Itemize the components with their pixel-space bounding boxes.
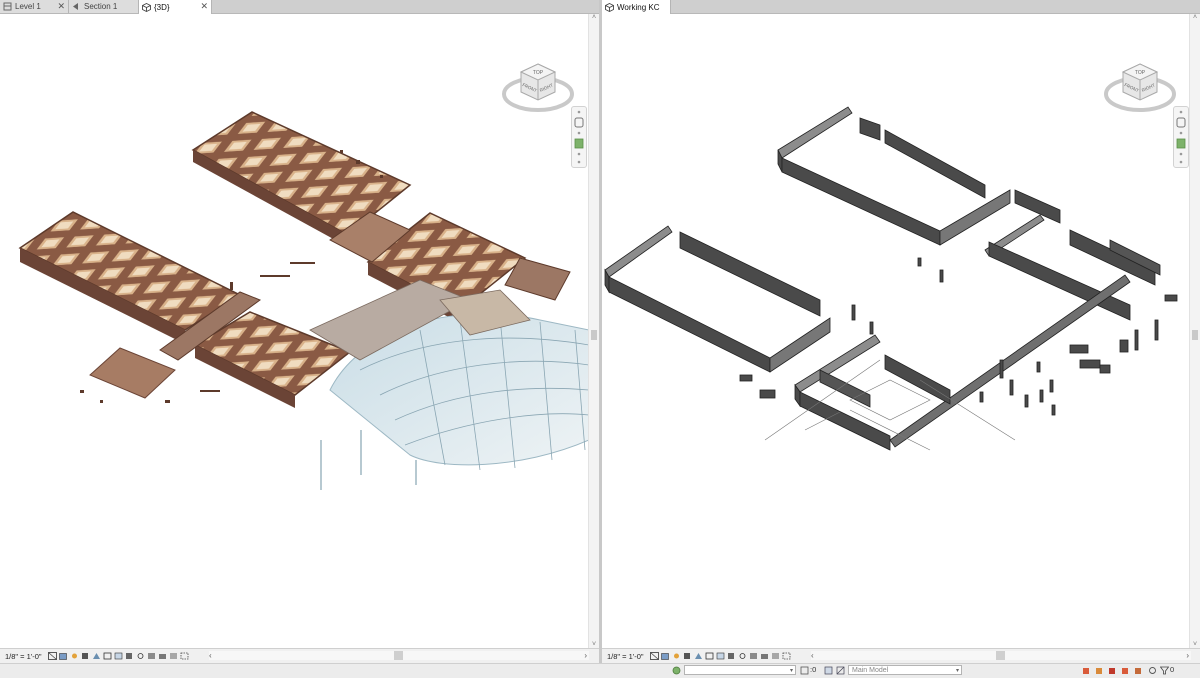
sun-path-icon[interactable] xyxy=(672,652,681,660)
render-icon[interactable] xyxy=(694,652,703,660)
scroll-up-icon[interactable]: ˄ xyxy=(590,14,598,22)
design-options-icon[interactable] xyxy=(824,666,833,675)
shadows-icon[interactable] xyxy=(81,652,90,660)
workset-dropdown[interactable]: ▾ xyxy=(684,665,796,675)
view-scale[interactable]: 1/8" = 1'-0" xyxy=(0,652,48,661)
unlock-view-icon[interactable] xyxy=(727,652,736,660)
application-status-bar: ▾ :0 Main Model ▾ 0 xyxy=(0,663,1200,678)
filter-count: 0 xyxy=(1170,665,1175,674)
background-processes-icon[interactable] xyxy=(1148,666,1157,675)
tab-working-kc[interactable]: Working KC xyxy=(602,0,671,14)
worksharing-icon[interactable] xyxy=(760,652,769,660)
drag-elements-icon[interactable] xyxy=(1134,666,1143,675)
sun-path-icon[interactable] xyxy=(70,652,79,660)
tab-label: {3D} xyxy=(154,2,170,12)
visual-style-icon[interactable] xyxy=(58,652,68,660)
show-crop-icon[interactable] xyxy=(716,652,725,660)
detail-level-icon[interactable] xyxy=(649,652,659,660)
detail-level-icon[interactable] xyxy=(47,652,57,660)
horizontal-scrollbar[interactable]: ‹ › xyxy=(209,651,589,660)
main-model-dropdown[interactable]: Main Model ▾ xyxy=(848,665,962,675)
floor-plan-icon xyxy=(3,2,12,11)
tab-label: Level 1 xyxy=(15,2,41,11)
tab-level-1[interactable]: Level 1 ✕ xyxy=(0,0,69,13)
crop-view-icon[interactable] xyxy=(705,652,714,660)
view-pane-left[interactable]: Level 1 ✕ Section 1 {3D} ✕ TOP FRONT RIG… xyxy=(0,0,599,663)
3d-viewport-pointcloud[interactable]: TOP FRONT RIGHT xyxy=(0,14,589,649)
cube-top-label: TOP xyxy=(1135,70,1146,76)
temp-view-properties-icon[interactable] xyxy=(169,652,178,660)
3d-viewport-walls[interactable]: TOP FRONT RIGHT xyxy=(602,14,1190,649)
view-control-bar-left: 1/8" = 1'-0" ‹ › xyxy=(0,648,599,663)
cube-top-label: TOP xyxy=(533,70,544,76)
tab-label: Section 1 xyxy=(84,2,118,11)
view-scale[interactable]: 1/8" = 1'-0" xyxy=(602,652,650,661)
scroll-thumb[interactable] xyxy=(1192,330,1198,340)
select-links-icon[interactable] xyxy=(1082,666,1091,675)
shadows-icon[interactable] xyxy=(683,652,692,660)
scroll-right-icon[interactable]: › xyxy=(1186,651,1189,660)
navigation-bar[interactable] xyxy=(1173,106,1189,168)
select-by-face-icon[interactable] xyxy=(1121,666,1130,675)
reveal-hidden-icon[interactable] xyxy=(749,652,758,660)
chevron-down-icon: ▾ xyxy=(789,668,793,674)
show-crop-icon[interactable] xyxy=(114,652,123,660)
chevron-down-icon: ▾ xyxy=(955,668,959,674)
tab-bar-left: Level 1 ✕ Section 1 {3D} ✕ xyxy=(0,0,599,14)
select-underlay-icon[interactable] xyxy=(1095,666,1104,675)
tab-label: Working KC xyxy=(617,2,660,12)
analytical-model-icon[interactable] xyxy=(180,652,189,660)
3d-view-icon xyxy=(605,2,614,12)
3d-view-icon xyxy=(142,2,151,12)
vertical-scrollbar[interactable]: ˄ ˅ xyxy=(1189,14,1200,649)
render-icon[interactable] xyxy=(92,652,101,660)
scroll-right-icon[interactable]: › xyxy=(584,651,587,660)
scroll-left-icon[interactable]: ‹ xyxy=(811,651,814,660)
view-cube[interactable]: TOP FRONT RIGHT xyxy=(500,44,580,124)
analytical-model-icon[interactable] xyxy=(782,652,791,660)
scroll-left-icon[interactable]: ‹ xyxy=(209,651,212,660)
section-icon xyxy=(72,2,81,11)
hscroll-thumb[interactable] xyxy=(996,651,1005,660)
editable-only-icon[interactable] xyxy=(800,666,809,675)
main-model-value: Main Model xyxy=(852,667,889,674)
view-control-bar-right: 1/8" = 1'-0" ‹ › xyxy=(602,648,1200,663)
view-pane-right[interactable]: Working KC TOP FRONT RIGHT ˄ ˅ 1/8" = 1'… xyxy=(602,0,1200,663)
horizontal-scrollbar[interactable]: ‹ › xyxy=(811,651,1191,660)
exclude-options-icon[interactable] xyxy=(836,666,845,675)
temporary-hide-icon[interactable] xyxy=(738,652,747,660)
temporary-hide-icon[interactable] xyxy=(136,652,145,660)
select-pinned-icon[interactable] xyxy=(1108,666,1117,675)
navigation-bar[interactable] xyxy=(571,106,587,168)
view-cube[interactable]: TOP FRONT RIGHT xyxy=(1102,44,1182,124)
coord-readout: :0 xyxy=(810,665,817,674)
close-icon[interactable]: ✕ xyxy=(200,1,208,12)
worksets-icon[interactable] xyxy=(672,666,681,675)
close-icon[interactable]: ✕ xyxy=(57,1,65,12)
vertical-scrollbar[interactable]: ˄ ˅ xyxy=(588,14,599,649)
crop-view-icon[interactable] xyxy=(103,652,112,660)
temp-view-properties-icon[interactable] xyxy=(771,652,780,660)
scroll-thumb[interactable] xyxy=(591,330,597,340)
tab-3d[interactable]: {3D} ✕ xyxy=(139,0,212,14)
tab-bar-right: Working KC xyxy=(602,0,1200,14)
filter-icon[interactable] xyxy=(1159,666,1170,675)
reveal-hidden-icon[interactable] xyxy=(147,652,156,660)
unlock-view-icon[interactable] xyxy=(125,652,134,660)
hscroll-thumb[interactable] xyxy=(394,651,403,660)
worksharing-icon[interactable] xyxy=(158,652,167,660)
visual-style-icon[interactable] xyxy=(660,652,670,660)
tab-section-1[interactable]: Section 1 xyxy=(69,0,139,13)
scroll-up-icon[interactable]: ˄ xyxy=(1191,14,1199,22)
